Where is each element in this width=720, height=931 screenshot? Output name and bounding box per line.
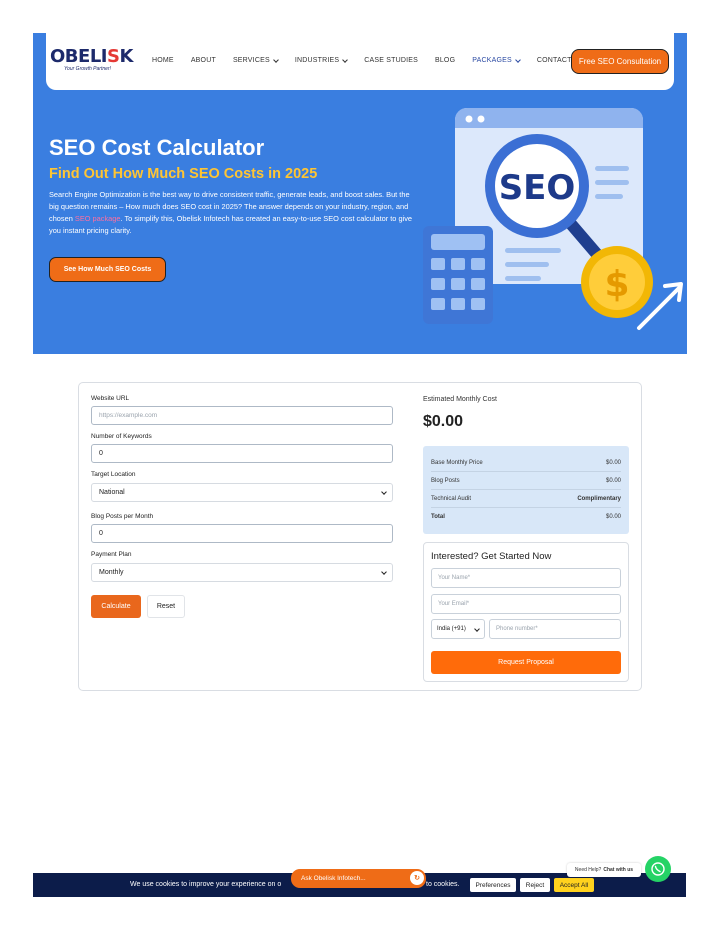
cookie-reject-button[interactable]: Reject (520, 878, 550, 892)
nav-item-packages[interactable]: PACKAGES (472, 56, 521, 64)
ask-chatbot-input[interactable]: Ask Obelisk Infotech... (291, 869, 426, 888)
cookie-preferences-button[interactable]: Preferences (470, 878, 516, 892)
seo-illustration: SEO $ (423, 108, 683, 330)
email-field[interactable]: Your Email* (431, 594, 621, 614)
blog-posts-input[interactable]: 0 (91, 524, 393, 543)
estimate-label: Estimated Monthly Cost (423, 396, 497, 403)
breakdown-label: Total (431, 514, 445, 520)
breakdown-label: Technical Audit (431, 495, 472, 502)
chatbot-icon[interactable]: ↻ (410, 871, 424, 885)
nav-item-services[interactable]: SERVICES (233, 56, 279, 64)
nav-item-home[interactable]: HOME (152, 57, 174, 64)
request-proposal-button[interactable]: Request Proposal (431, 651, 621, 674)
lead-form-title: Interested? Get Started Now (431, 551, 552, 562)
free-consultation-button[interactable]: Free SEO Consultation (571, 49, 669, 74)
breakdown-label: Blog Posts (431, 477, 460, 484)
payment-plan-label: Payment Plan (91, 551, 132, 558)
main-nav: HOME ABOUT SERVICES INDUSTRIES CASE STUDIES B… (152, 56, 601, 64)
nav-item-case-studies[interactable]: CASE STUDIES (364, 57, 418, 64)
reset-button[interactable]: Reset (147, 595, 185, 618)
chevron-down-icon (515, 56, 521, 63)
breakdown-value: $0.00 (605, 459, 621, 466)
hero-description: Search Engine Optimization is the best w… (49, 190, 413, 235)
hero-section: OBELISK Your Growth Partner! HOME ABOUT SE… (33, 33, 687, 354)
breakdown-label: Base Monthly Price (431, 459, 483, 466)
nav-item-about[interactable]: ABOUT (191, 57, 216, 64)
lead-form: Interested? Get Started Now Your Name* Y… (423, 542, 629, 682)
keywords-label: Number of Keywords (91, 433, 152, 440)
logo[interactable]: OBELISK Your Growth Partner! (50, 46, 133, 76)
phone-field[interactable]: Phone number* (489, 619, 621, 639)
cookie-accept-button[interactable]: Accept All (554, 878, 594, 892)
see-seo-costs-button[interactable]: See How Much SEO Costs (49, 257, 166, 282)
chevron-down-icon (342, 56, 349, 63)
breakdown-value: $0.00 (605, 514, 621, 520)
estimate-value: $0.00 (423, 413, 464, 430)
chat-help-label: Need Help? Chat with us (567, 863, 641, 877)
name-field[interactable]: Your Name* (431, 568, 621, 588)
breakdown-row: Base Monthly Price $0.00 (431, 454, 621, 472)
nav-item-blog[interactable]: BLOG (435, 57, 455, 64)
nav-item-industries[interactable]: INDUSTRIES (295, 56, 349, 64)
keywords-input[interactable]: 0 (91, 444, 393, 463)
target-location-select[interactable]: National (91, 483, 393, 502)
cookie-text: We use cookies to improve your experienc… (130, 881, 282, 888)
page: OBELISK Your Growth Partner! HOME ABOUT SE… (0, 0, 720, 931)
breakdown-row: Total $0.00 (431, 508, 621, 526)
seo-illustration-text: SEO (499, 168, 576, 208)
target-location-label: Target Location (91, 471, 136, 478)
svg-text:$: $ (604, 264, 629, 305)
navbar: OBELISK Your Growth Partner! HOME ABOUT SE… (46, 33, 674, 90)
website-url-label: Website URL (91, 395, 130, 402)
breakdown-row: Blog Posts $0.00 (431, 472, 621, 490)
seo-package-link[interactable]: SEO package (75, 214, 121, 223)
hero-subtitle: Find Out How Much SEO Costs in 2025 (49, 166, 318, 182)
website-url-input[interactable]: https://example.com (91, 406, 393, 425)
calculate-button[interactable]: Calculate (91, 595, 141, 618)
payment-plan-select[interactable]: Monthly (91, 563, 393, 582)
whatsapp-icon[interactable] (645, 856, 671, 882)
breakdown-value: Complimentary (577, 495, 621, 502)
logo-wordmark: OBELISK (50, 46, 133, 67)
cost-breakdown: Base Monthly Price $0.00 Blog Posts $0.00 Te… (423, 446, 629, 534)
chevron-down-icon (272, 56, 279, 63)
calculator-card: Website URL https://example.com Number o… (78, 382, 642, 691)
breakdown-value: $0.00 (605, 477, 621, 484)
hero-title: SEO Cost Calculator (49, 135, 265, 160)
cookie-text-end: to cookies. (426, 881, 460, 888)
country-code-select[interactable]: India (+91) (431, 619, 485, 639)
blog-posts-label: Blog Posts per Month (91, 513, 154, 520)
breakdown-row: Technical Audit Complimentary (431, 490, 621, 508)
